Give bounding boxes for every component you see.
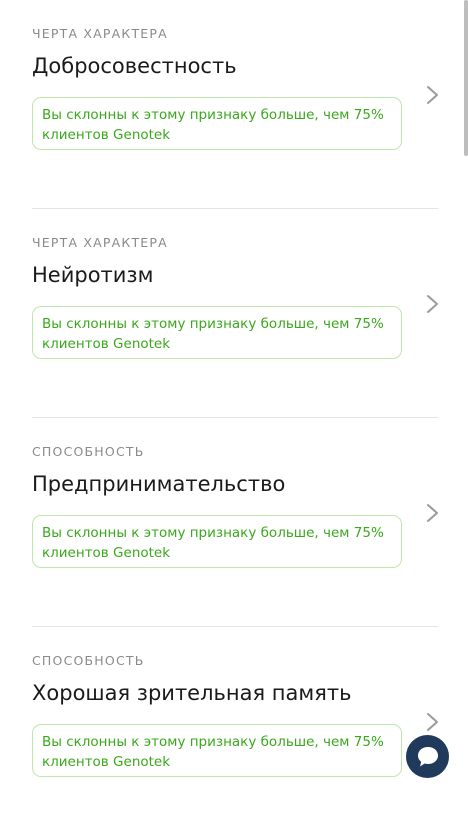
trait-card-conscientiousness[interactable]: ЧЕРТА ХАРАКТЕРА Добросовестность Вы скло… [32,0,438,209]
trait-list: ЧЕРТА ХАРАКТЕРА Добросовестность Вы скло… [0,0,468,836]
trait-category: СПОСОБНОСТЬ [32,444,145,459]
comparison-badge: Вы склонны к этому признаку больше, чем … [32,515,402,568]
trait-title: Нейротизм [32,263,154,287]
trait-category: ЧЕРТА ХАРАКТЕРА [32,235,168,250]
trait-card-entrepreneurship[interactable]: СПОСОБНОСТЬ Предпринимательство Вы склон… [32,418,438,627]
scrollbar[interactable] [464,0,468,156]
chevron-right-icon[interactable] [425,711,441,733]
trait-card-visual-memory[interactable]: СПОСОБНОСТЬ Хорошая зрительная память Вы… [32,627,438,836]
trait-title: Предпринимательство [32,472,286,496]
trait-category: СПОСОБНОСТЬ [32,653,145,668]
trait-title: Хорошая зрительная память [32,681,352,705]
comparison-badge: Вы склонны к этому признаку больше, чем … [32,724,402,777]
trait-title: Добросовестность [32,54,237,78]
comparison-badge: Вы склонны к этому признаку больше, чем … [32,97,402,150]
comparison-badge: Вы склонны к этому признаку больше, чем … [32,306,402,359]
chevron-right-icon[interactable] [425,84,441,106]
trait-category: ЧЕРТА ХАРАКТЕРА [32,26,168,41]
chevron-right-icon[interactable] [425,293,441,315]
chat-bubble-icon [417,746,438,766]
trait-card-neuroticism[interactable]: ЧЕРТА ХАРАКТЕРА Нейротизм Вы склонны к э… [32,209,438,418]
chevron-right-icon[interactable] [425,502,441,524]
chat-button[interactable] [406,735,449,778]
